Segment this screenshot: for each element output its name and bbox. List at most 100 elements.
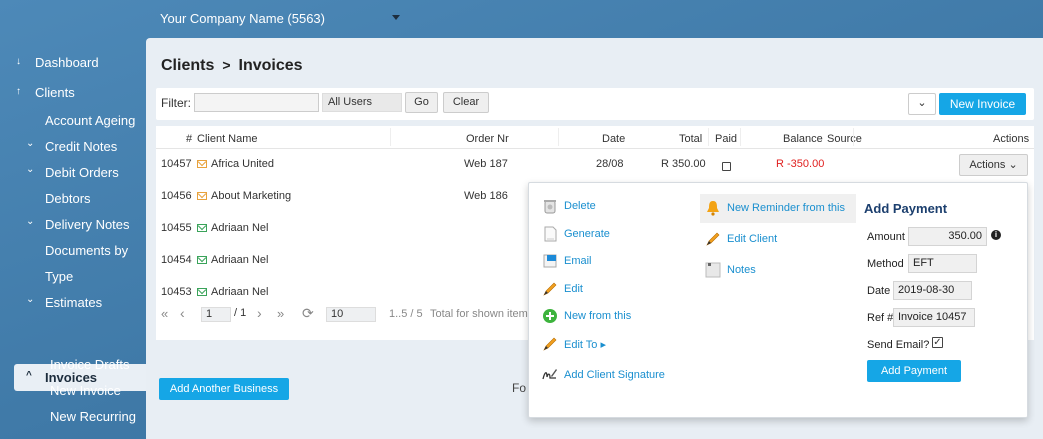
date-input[interactable]: 2019-08-30	[893, 281, 972, 300]
sidebar-item-label: Type	[45, 269, 74, 284]
menu-item-generate[interactable]: Generate	[542, 226, 610, 242]
col-header-order[interactable]: Order Nr	[466, 133, 509, 145]
cell-order: Web 186	[464, 190, 508, 202]
col-header-source[interactable]: Source	[827, 133, 862, 145]
menu-item-edit-client[interactable]: Edit Client	[705, 231, 777, 247]
trash-icon	[542, 198, 558, 214]
users-select[interactable]: All Users	[322, 93, 402, 112]
col-header-total[interactable]: Total	[679, 133, 702, 145]
column-divider	[708, 128, 709, 146]
info-icon[interactable]: i	[991, 230, 1001, 240]
column-divider	[558, 128, 559, 146]
sidebar-item-debtors[interactable]: Debtors	[45, 191, 91, 206]
page-input[interactable]: 1	[201, 307, 231, 322]
cell-client[interactable]: Adriaan Nel	[197, 222, 268, 234]
envelope-icon	[197, 160, 207, 168]
document-icon	[542, 226, 558, 242]
filter-input[interactable]	[194, 93, 319, 112]
sidebar-item-label: Credit Notes	[45, 139, 118, 154]
sidebar-item-documents-by-type[interactable]: Documents by	[45, 243, 128, 258]
cell-date: 28/08	[596, 158, 624, 170]
column-divider	[853, 128, 854, 146]
cell-client[interactable]: Adriaan Nel	[197, 254, 268, 266]
note-icon	[705, 262, 721, 278]
row-actions-button[interactable]: Actions ⌄	[959, 154, 1028, 176]
envelope-icon	[197, 224, 207, 232]
menu-item-label: Notes	[727, 264, 756, 276]
menu-item-notes[interactable]: Notes	[705, 262, 756, 278]
column-divider	[390, 128, 391, 146]
page-count: / 1	[234, 307, 247, 319]
cell-client[interactable]: About Marketing	[197, 190, 291, 202]
method-label: Method	[867, 258, 904, 270]
menu-item-edit-to[interactable]: Edit To ▸	[542, 336, 606, 352]
col-header-client[interactable]: Client Name	[197, 133, 258, 145]
first-page-icon[interactable]: «	[161, 306, 168, 321]
send-email-checkbox[interactable]: ✓	[932, 337, 943, 348]
refresh-icon[interactable]: ⟳	[302, 305, 314, 322]
chevron-down-icon: ⌄	[26, 294, 35, 305]
go-button[interactable]: Go	[405, 92, 438, 113]
menu-item-label: Generate	[564, 228, 610, 240]
sidebar-item-label: New Invoice	[50, 383, 121, 398]
method-select[interactable]: EFT	[908, 254, 977, 273]
menu-item-label: Email	[564, 255, 592, 267]
sidebar-item-label: Estimates	[45, 295, 103, 310]
bell-icon	[705, 200, 721, 216]
add-payment-button[interactable]: Add Payment	[867, 360, 961, 382]
ref-input[interactable]: Invoice 10457	[893, 308, 975, 327]
sidebar-item-account-ageing[interactable]: Account Ageing	[45, 113, 135, 128]
total-note: Total for shown item	[430, 308, 528, 320]
per-page-select[interactable]: 10	[326, 307, 376, 322]
arrow-down-icon: ↓	[16, 56, 21, 67]
menu-item-new-from-this[interactable]: New from this	[542, 308, 631, 324]
cell-num: 10457	[161, 158, 192, 170]
menu-item-new-reminder[interactable]: New Reminder from this	[705, 200, 845, 216]
menu-item-email[interactable]: Email	[542, 253, 592, 269]
col-header-date[interactable]: Date	[602, 133, 625, 145]
menu-item-label: Delete	[564, 200, 596, 212]
menu-item-label: Edit	[564, 283, 583, 295]
client-name: Adriaan Nel	[211, 254, 269, 266]
amount-input[interactable]: 350.00	[908, 227, 987, 246]
col-header-balance[interactable]: Balance	[783, 133, 823, 145]
client-name: About Marketing	[211, 190, 292, 202]
col-header-paid[interactable]: Paid	[715, 133, 737, 145]
ref-label: Ref #	[867, 312, 894, 324]
prev-page-icon[interactable]: ‹	[180, 305, 185, 321]
sidebar-item-label: Invoice Drafts	[50, 357, 130, 372]
new-invoice-button[interactable]: New Invoice	[939, 93, 1026, 115]
cell-client[interactable]: Adriaan Nel	[197, 286, 268, 298]
cell-balance: R -350.00	[776, 158, 825, 170]
sidebar-item-documents-by-type-cont[interactable]: Type	[45, 269, 73, 284]
clear-button[interactable]: Clear	[443, 92, 489, 113]
send-email-label: Send Email?	[867, 339, 930, 351]
sidebar-item-invoice-drafts[interactable]: Invoice Drafts	[50, 357, 129, 372]
client-name: Adriaan Nel	[211, 286, 269, 298]
menu-item-delete[interactable]: Delete	[542, 198, 596, 214]
add-business-button[interactable]: Add Another Business	[159, 378, 289, 400]
menu-item-label: New from this	[564, 310, 632, 322]
menu-item-add-signature[interactable]: Add Client Signature	[542, 367, 665, 383]
cell-order: Web 187	[464, 158, 508, 170]
sidebar-item-new-recurring[interactable]: New Recurring	[50, 409, 136, 424]
cell-client[interactable]: Africa United	[197, 158, 274, 170]
paid-checkbox[interactable]	[722, 162, 731, 171]
menu-item-label: New Reminder from this	[727, 202, 845, 214]
sidebar-item-label: Clients	[35, 85, 75, 100]
next-page-icon[interactable]: ›	[257, 305, 262, 321]
sidebar-item-new-invoice[interactable]: New Invoice	[50, 383, 121, 398]
breadcrumb-clients[interactable]: Clients	[161, 57, 214, 74]
header-divider	[156, 148, 1034, 149]
signature-icon	[542, 367, 558, 383]
last-page-icon[interactable]: »	[277, 306, 284, 321]
menu-item-edit[interactable]: Edit	[542, 281, 583, 297]
table-row[interactable]: 10457 Africa United Web 187 28/08 R 350.…	[156, 150, 1034, 182]
sidebar-item-label: Delivery Notes	[45, 217, 130, 232]
company-selector[interactable]: Your Company Name (5563)	[160, 11, 400, 26]
chevron-right-icon: >	[222, 57, 231, 73]
menu-item-label: Edit Client	[727, 233, 778, 245]
company-name: Your Company Name (5563)	[160, 11, 325, 26]
more-options-button[interactable]: ⌄	[908, 93, 936, 115]
col-header-num[interactable]: #	[186, 133, 192, 145]
